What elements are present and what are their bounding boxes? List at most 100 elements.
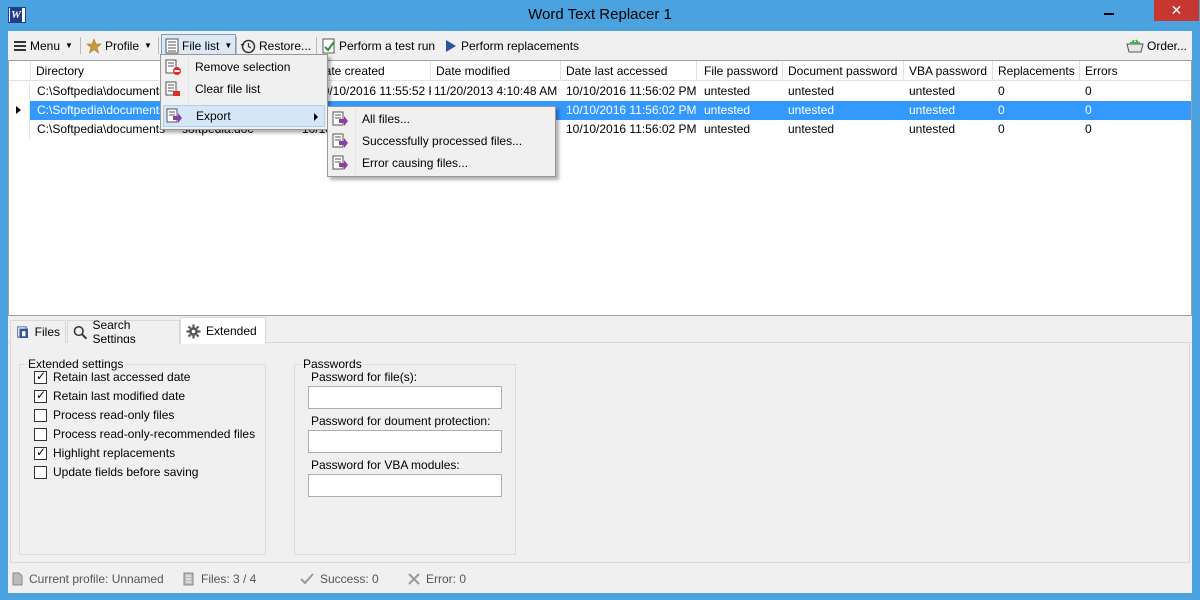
status-success-text: Success: 0 (320, 572, 379, 586)
document-password-input[interactable] (308, 430, 502, 453)
cell-directory: C:\Softpedia\documents (37, 103, 166, 117)
title-bar[interactable]: W Word Text Replacer 1 ✕ (0, 0, 1200, 31)
column-header-date-last-accessed[interactable]: Date last accessed (561, 61, 697, 81)
column-header-errors[interactable]: Errors (1080, 61, 1191, 81)
status-files: Files: 3 / 4 (183, 572, 256, 586)
export-icon (332, 155, 348, 174)
retain-last-modified-checkbox[interactable]: Retain last modified date (34, 388, 185, 404)
column-header-date-created[interactable]: Date created (311, 61, 431, 81)
cell-errors: 0 (1085, 84, 1092, 98)
profile-button[interactable]: Profile ▼ (83, 34, 155, 57)
file-list-icon (165, 38, 179, 53)
test-run-label: Perform a test run (339, 38, 436, 53)
minimize-button[interactable] (1096, 0, 1122, 21)
row-indicator (9, 101, 30, 120)
file-list-label: File list (182, 38, 220, 53)
cross-icon (408, 573, 420, 585)
files-icon (17, 326, 28, 338)
tab-extended[interactable]: Extended (180, 317, 266, 344)
tab-search-settings-label: Search Settings (92, 318, 136, 346)
order-button[interactable]: Order... (1123, 34, 1190, 57)
cell-document-password: untested (788, 84, 835, 98)
cell-errors: 0 (1085, 103, 1092, 117)
cell-replacements: 0 (998, 84, 1005, 98)
tab-files[interactable]: Files (10, 320, 66, 343)
checkbox-checked[interactable] (34, 388, 47, 403)
status-success: Success: 0 (300, 572, 379, 586)
cell-date-accessed: 10/10/2016 11:56:02 PM (566, 122, 697, 136)
cell-file-password: untested (704, 103, 751, 117)
column-header-vba-password[interactable]: VBA password (904, 61, 993, 81)
checkbox-unchecked[interactable] (34, 408, 47, 422)
status-profile: Current profile: Unnamed (12, 572, 164, 586)
toolbar-separator (316, 37, 317, 54)
app-window: W Word Text Replacer 1 ✕ Menu ▼ Profile … (0, 0, 1200, 600)
restore-label: Restore... (259, 38, 312, 53)
column-header-date-modified[interactable]: Date modified (431, 61, 561, 81)
close-button[interactable]: ✕ (1154, 0, 1199, 21)
menu-item-label: Remove selection (195, 60, 291, 74)
column-header-file-password[interactable]: File password (699, 61, 783, 81)
option-label: Update fields before saving (53, 465, 199, 479)
toolbar-separator (80, 37, 81, 54)
chevron-down-icon: ▼ (65, 41, 73, 50)
export-all-files-item[interactable]: All files... (330, 109, 553, 131)
menu-button[interactable]: Menu ▼ (10, 34, 76, 57)
document-check-icon (322, 38, 335, 53)
perform-replacements-label: Perform replacements (461, 38, 580, 53)
export-icon (332, 111, 348, 130)
option-label: Retain last modified date (53, 389, 186, 403)
row-indicator (9, 120, 30, 139)
cell-date-accessed: 10/10/2016 11:56:02 PM (566, 103, 697, 117)
cell-vba-password: untested (909, 122, 956, 136)
menu-item-label: Successfully processed files... (362, 134, 523, 148)
checkbox-unchecked[interactable] (34, 427, 47, 441)
checkbox-checked[interactable] (34, 369, 47, 384)
retain-last-accessed-checkbox[interactable]: Retain last accessed date (34, 369, 190, 385)
update-fields-checkbox[interactable]: Update fields before saving (34, 464, 198, 480)
chevron-down-icon: ▼ (144, 41, 152, 50)
tab-extended-label: Extended (206, 324, 257, 338)
window-title: Word Text Replacer 1 (528, 6, 672, 23)
export-successful-files-item[interactable]: Successfully processed files... (330, 131, 553, 153)
history-icon (240, 39, 256, 53)
cell-file-password: untested (704, 84, 751, 98)
perform-replacements-button[interactable]: Perform replacements (441, 34, 582, 57)
process-read-only-recommended-checkbox[interactable]: Process read-only-recommended files (34, 426, 255, 442)
cell-errors: 0 (1085, 122, 1092, 136)
file-password-label: Password for file(s): (311, 370, 418, 384)
chevron-down-icon: ▼ (224, 41, 233, 50)
process-read-only-checkbox[interactable]: Process read-only files (34, 407, 174, 423)
document-password-label: Password for doument protection: (311, 414, 491, 428)
column-header-replacements[interactable]: Replacements (993, 61, 1080, 81)
tab-search-settings[interactable]: Search Settings (67, 318, 180, 346)
tab-files-label: Files (34, 325, 60, 339)
highlight-replacements-checkbox[interactable]: Highlight replacements (34, 445, 175, 461)
file-password-input[interactable] (308, 386, 502, 409)
play-icon (446, 39, 456, 52)
option-label: Highlight replacements (53, 446, 176, 460)
cell-document-password: untested (788, 122, 835, 136)
menu-label: Menu (30, 38, 61, 53)
file-list-menu: Remove selection Clear file list Export (160, 54, 328, 130)
checkbox-checked[interactable] (34, 445, 47, 460)
option-label: Retain last accessed date (53, 370, 191, 384)
profile-label: Profile (105, 38, 140, 53)
column-header-document-password[interactable]: Document password (783, 61, 904, 81)
files-stack-icon (183, 572, 194, 586)
order-label: Order... (1147, 38, 1188, 53)
status-profile-text: Current profile: Unnamed (29, 572, 164, 586)
checkbox-unchecked[interactable] (34, 465, 47, 479)
column-header-directory[interactable]: Directory (31, 61, 181, 81)
export-item[interactable]: Export (163, 105, 325, 127)
bottom-tabs: Files Search Settings Extended (8, 317, 1192, 346)
clear-file-list-item[interactable]: Clear file list (163, 79, 325, 101)
export-error-files-item[interactable]: Error causing files... (330, 153, 553, 175)
test-run-button[interactable]: Perform a test run (319, 34, 438, 57)
vba-password-input[interactable] (308, 474, 502, 497)
star-icon (86, 37, 102, 54)
vba-password-label: Password for VBA modules: (311, 458, 460, 472)
checkmark-icon (300, 573, 314, 585)
cell-directory: C:\Softpedia\documents (37, 84, 166, 98)
remove-selection-item[interactable]: Remove selection (163, 57, 325, 79)
